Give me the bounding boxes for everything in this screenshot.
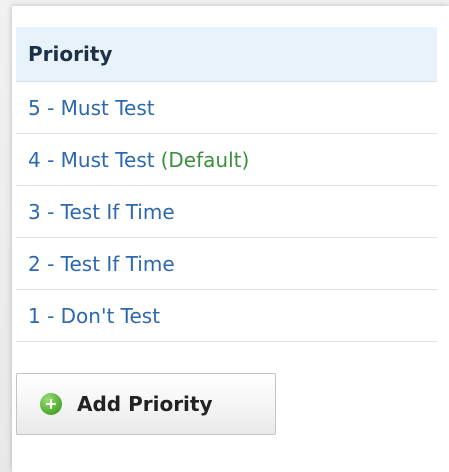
priority-link[interactable]: 4 - Must Test — [28, 148, 155, 172]
table-row[interactable]: 5 - Must Test — [16, 82, 437, 134]
table-row[interactable]: 3 - Test If Time — [16, 186, 437, 238]
table-header: Priority — [16, 27, 437, 82]
add-priority-label: Add Priority — [77, 392, 213, 416]
add-priority-button[interactable]: Add Priority — [16, 373, 276, 435]
priority-link[interactable]: 5 - Must Test — [28, 96, 155, 120]
column-header-priority: Priority — [28, 42, 113, 66]
priority-link[interactable]: 3 - Test If Time — [28, 200, 175, 224]
priority-link[interactable]: 2 - Test If Time — [28, 252, 175, 276]
table-row[interactable]: 4 - Must Test (Default) — [16, 134, 437, 186]
plus-circle-icon — [40, 393, 62, 415]
screen: Priority 5 - Must Test 4 - Must Test (De… — [0, 0, 449, 472]
priority-link[interactable]: 1 - Don't Test — [28, 304, 160, 328]
default-tag: (Default) — [160, 147, 250, 172]
table-row[interactable]: 1 - Don't Test — [16, 290, 437, 342]
table-row[interactable]: 2 - Test If Time — [16, 238, 437, 290]
priority-table: Priority 5 - Must Test 4 - Must Test (De… — [16, 27, 437, 342]
